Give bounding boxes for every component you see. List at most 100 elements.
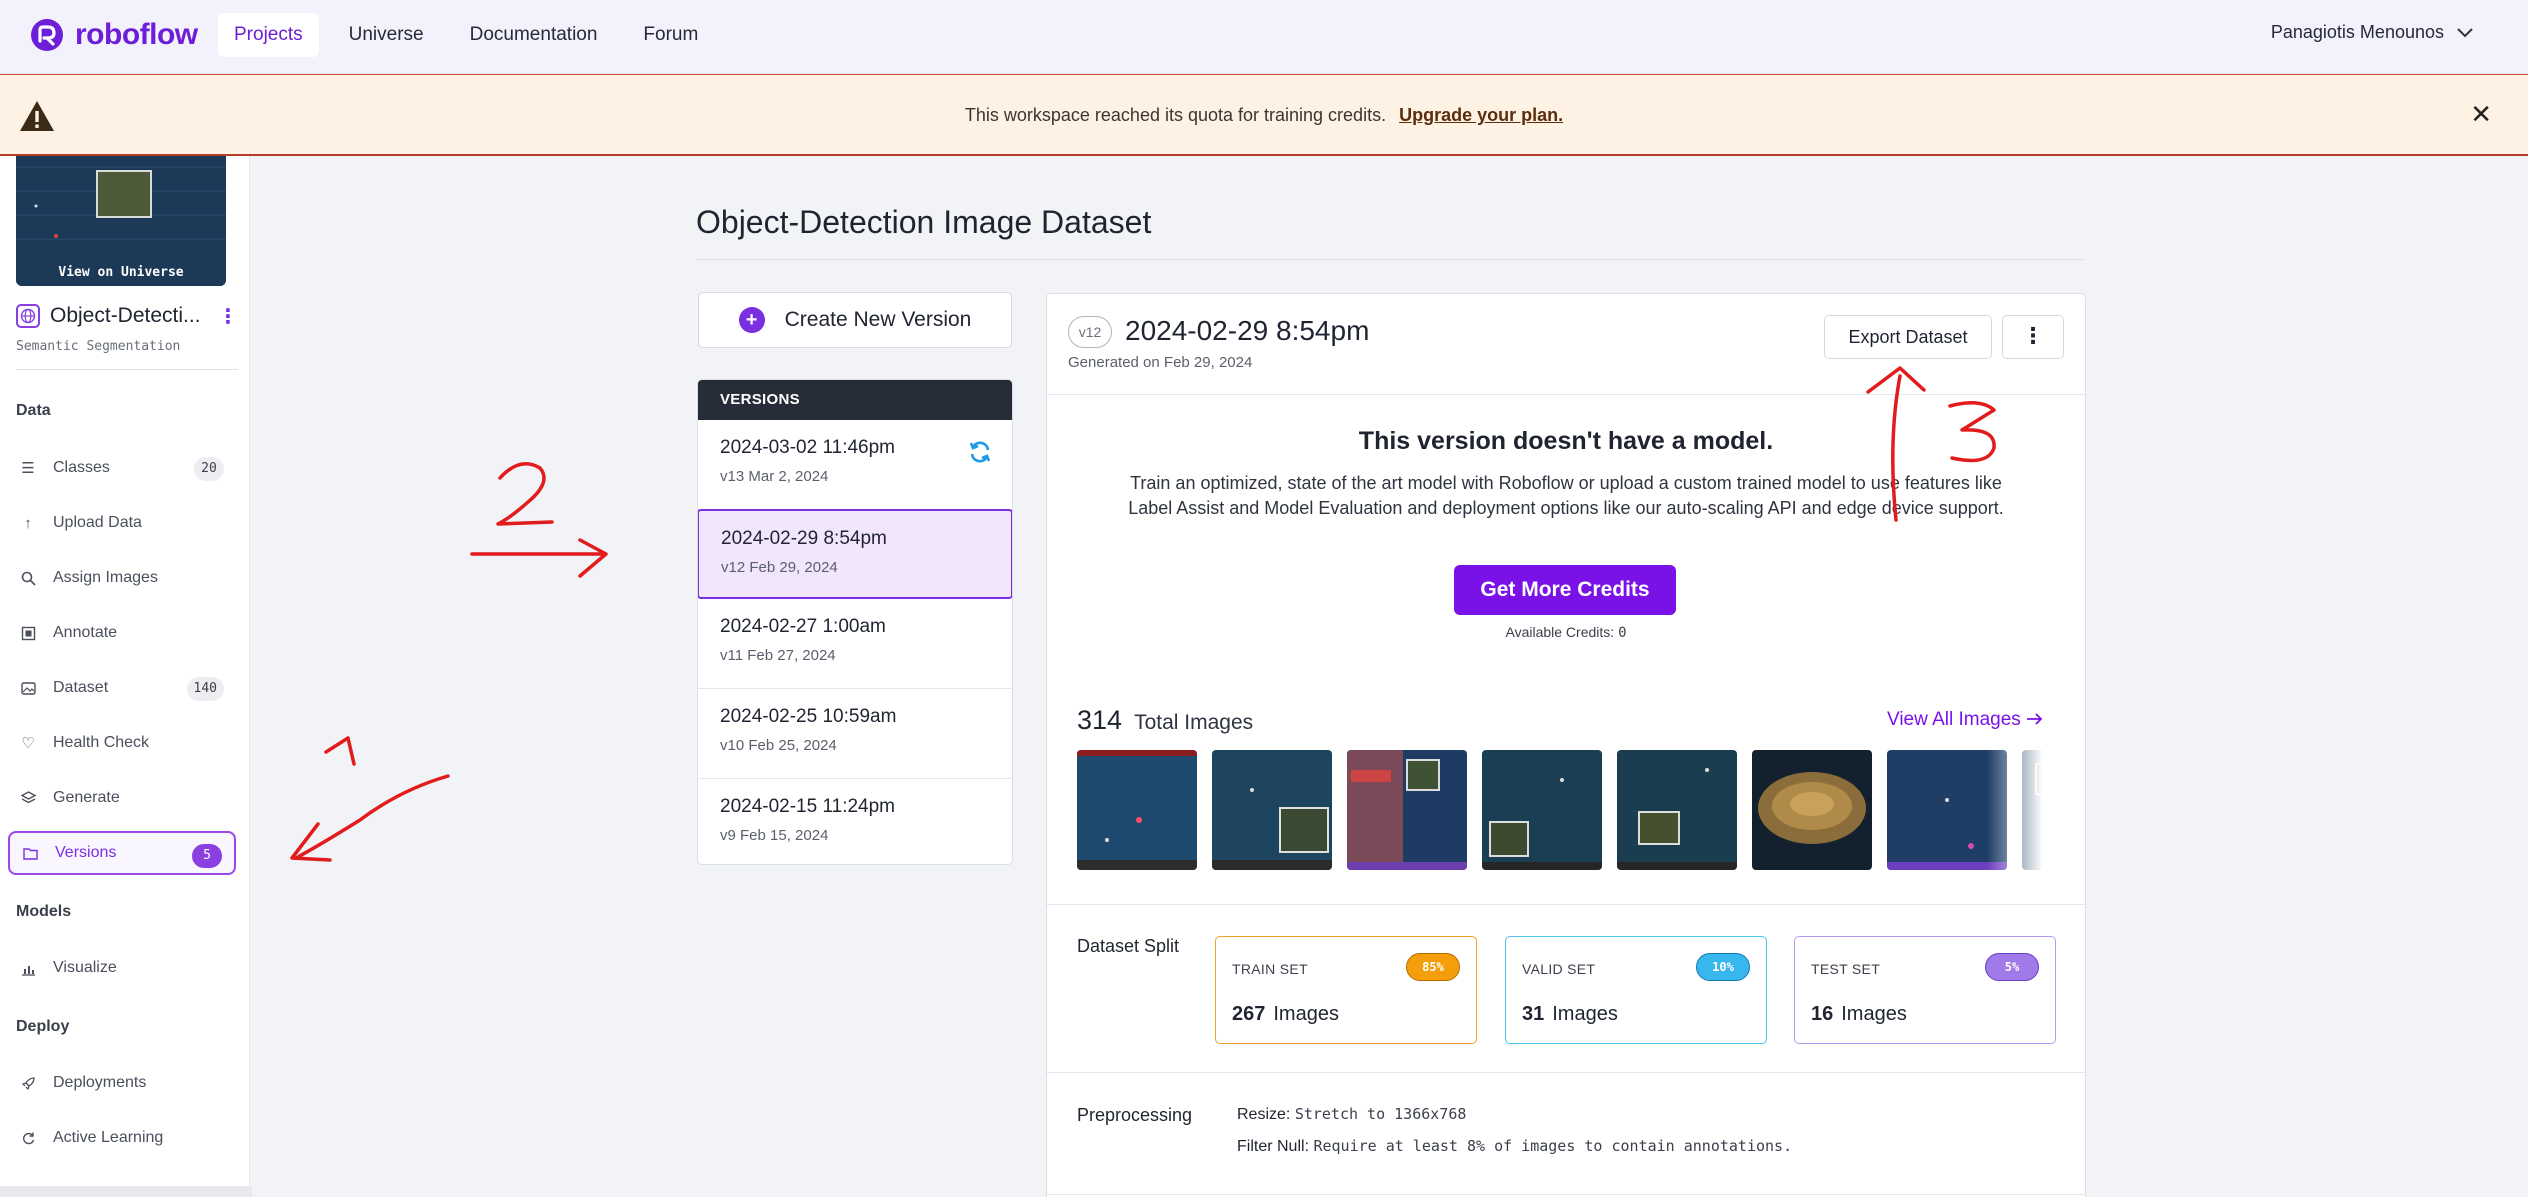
image-thumbnail[interactable] (1212, 750, 1332, 870)
image-thumbnail[interactable] (1752, 750, 1872, 870)
project-thumbnail[interactable]: View on Universe (16, 156, 226, 286)
nav-projects[interactable]: Projects (218, 13, 319, 57)
banner-message-row: This workspace reached its quota for tra… (0, 105, 2528, 126)
image-thumbnail[interactable] (1347, 750, 1467, 870)
upgrade-plan-link[interactable]: Upgrade your plan. (1399, 105, 1563, 125)
export-dataset-button[interactable]: Export Dataset (1824, 315, 1992, 359)
version-item-v9[interactable]: 2024-02-15 11:24pm v9 Feb 15, 2024 (698, 779, 1012, 864)
image-thumbnail[interactable] (1077, 750, 1197, 870)
version-item-v11[interactable]: 2024-02-27 1:00am v11 Feb 27, 2024 (698, 599, 1012, 689)
versions-header: VERSIONS (698, 380, 1012, 420)
top-nav: roboflow Projects Universe Documentation… (0, 0, 2528, 74)
sidebar-item-upload-data[interactable]: ↑ Upload Data (8, 501, 236, 545)
version-date: 2024-02-29 8:54pm (721, 528, 887, 549)
sidebar-item-annotate[interactable]: Annotate (8, 611, 236, 655)
split-count-unit: Images (1841, 1003, 1907, 1025)
annotation-number-2-mark (496, 462, 554, 526)
globe-icon (16, 304, 40, 328)
project-header: Object-Detecti... ⋮ (16, 304, 238, 328)
sidebar-item-deployments[interactable]: Deployments (8, 1061, 236, 1105)
split-count-value: 267 (1232, 1003, 1266, 1025)
split-count-unit: Images (1273, 1003, 1339, 1025)
sidebar-item-label: Generate (53, 789, 120, 806)
view-all-label: View All Images (1887, 709, 2021, 730)
no-model-title: This version doesn't have a model. (1358, 427, 1774, 455)
create-version-label: Create New Version (784, 308, 972, 331)
sidebar-item-visualize[interactable]: Visualize (8, 946, 236, 990)
view-all-images-link[interactable]: View All Images (1887, 709, 2044, 731)
sidebar-item-assign-images[interactable]: Assign Images (8, 556, 236, 600)
quota-warning-banner: This workspace reached its quota for tra… (0, 74, 2528, 156)
user-menu[interactable]: Panagiotis Menounos (2271, 22, 2474, 43)
count-badge: 140 (186, 677, 224, 701)
title-divider (696, 259, 2084, 260)
more-options-icon[interactable]: ⋮ (2002, 315, 2064, 359)
heart-icon: ♡ (21, 735, 35, 752)
sidebar-item-classes[interactable]: ☰ Classes 20 (8, 446, 236, 490)
image-thumbnail[interactable] (1482, 750, 1602, 870)
sidebar-item-label: Annotate (53, 624, 118, 641)
roboflow-logo[interactable]: roboflow (29, 17, 198, 53)
page-title: Object-Detection Image Dataset (696, 204, 1152, 240)
versions-list: VERSIONS 2024-03-02 11:46pm v13 Mar 2, 2… (697, 379, 1013, 865)
version-badge: v12 (1068, 316, 1112, 348)
version-item-v10[interactable]: 2024-02-25 10:59am v10 Feb 25, 2024 (698, 689, 1012, 779)
search-icon (19, 569, 37, 587)
version-date: 2024-02-25 10:59am (720, 706, 897, 727)
project-type: Semantic Segmentation (16, 339, 181, 354)
preprocessing-value: Require at least 8% of images to contain… (1313, 1137, 1793, 1155)
preprocessing-filter-null: Filter Null: Require at least 8% of imag… (1237, 1137, 1792, 1156)
card-divider (1047, 904, 2085, 905)
sidebar-item-label: Active Learning (53, 1129, 164, 1146)
annotation-arrow-1-shaft (294, 774, 450, 860)
credits-value: 0 (1618, 625, 1627, 641)
version-detail-card: v12 2024-02-29 8:54pm Generated on Feb 2… (1046, 293, 2086, 1197)
version-date: 2024-02-27 1:00am (720, 616, 886, 637)
no-model-description: Train an optimized, state of the art mod… (1128, 473, 2004, 518)
sidebar-item-label: Dataset (53, 679, 109, 696)
split-name: VALID SET (1522, 961, 1596, 977)
project-menu-icon[interactable]: ⋮ (218, 304, 238, 329)
nav-documentation[interactable]: Documentation (454, 13, 614, 57)
split-count: 31 Images (1522, 1003, 1618, 1026)
sidebar-item-versions[interactable]: Versions 5 (8, 831, 236, 875)
sidebar-item-generate[interactable]: Generate (8, 776, 236, 820)
sidebar-item-dataset[interactable]: Dataset 140 (8, 666, 236, 710)
split-percent-badge: 5% (1985, 953, 2039, 981)
available-credits: Available Credits: 0 (1047, 624, 2085, 641)
chart-icon (19, 959, 37, 977)
list-icon: ☰ (21, 460, 35, 477)
split-count-unit: Images (1552, 1003, 1618, 1025)
section-models: Models (16, 903, 72, 920)
get-more-credits-button[interactable]: Get More Credits (1454, 565, 1676, 615)
sidebar-item-health-check[interactable]: ♡ Health Check (8, 721, 236, 765)
version-item-v12[interactable]: 2024-02-29 8:54pm v12 Feb 29, 2024 (698, 509, 1012, 599)
version-item-v13[interactable]: 2024-03-02 11:46pm v13 Mar 2, 2024 (698, 420, 1012, 510)
version-generated-date: Generated on Feb 29, 2024 (1068, 354, 1253, 371)
section-data: Data (16, 402, 51, 419)
banner-message: This workspace reached its quota for tra… (964, 105, 1387, 125)
chevron-down-icon (2457, 27, 2473, 37)
sidebar-item-label: Upload Data (53, 514, 142, 531)
version-subtitle: v9 Feb 15, 2024 (720, 827, 829, 844)
user-name: Panagiotis Menounos (2270, 22, 2444, 42)
total-images-label: Total Images (1134, 711, 1254, 734)
view-on-universe-link[interactable]: View on Universe (16, 265, 226, 280)
rocket-icon (19, 1074, 37, 1092)
version-date: 2024-02-15 11:24pm (720, 796, 895, 817)
annotation-arrow-1-head (290, 822, 332, 862)
preprocessing-resize: Resize: Stretch to 1366x768 (1237, 1105, 1466, 1124)
count-badge: 20 (194, 457, 224, 481)
create-new-version-button[interactable]: + Create New Version (698, 292, 1012, 348)
nav-forum[interactable]: Forum (627, 13, 714, 57)
split-count: 16 Images (1811, 1003, 1907, 1026)
sidebar-item-label: Versions (55, 844, 117, 861)
close-icon[interactable]: ✕ (2470, 101, 2492, 127)
card-divider (1047, 394, 2085, 395)
arrow-right-icon (2027, 713, 2043, 725)
loop-icon (19, 1129, 37, 1147)
nav-universe[interactable]: Universe (333, 13, 440, 57)
image-thumbnail[interactable] (1617, 750, 1737, 870)
sidebar-item-active-learning[interactable]: Active Learning (8, 1116, 236, 1160)
sidebar-scrollbar[interactable] (0, 1186, 252, 1197)
